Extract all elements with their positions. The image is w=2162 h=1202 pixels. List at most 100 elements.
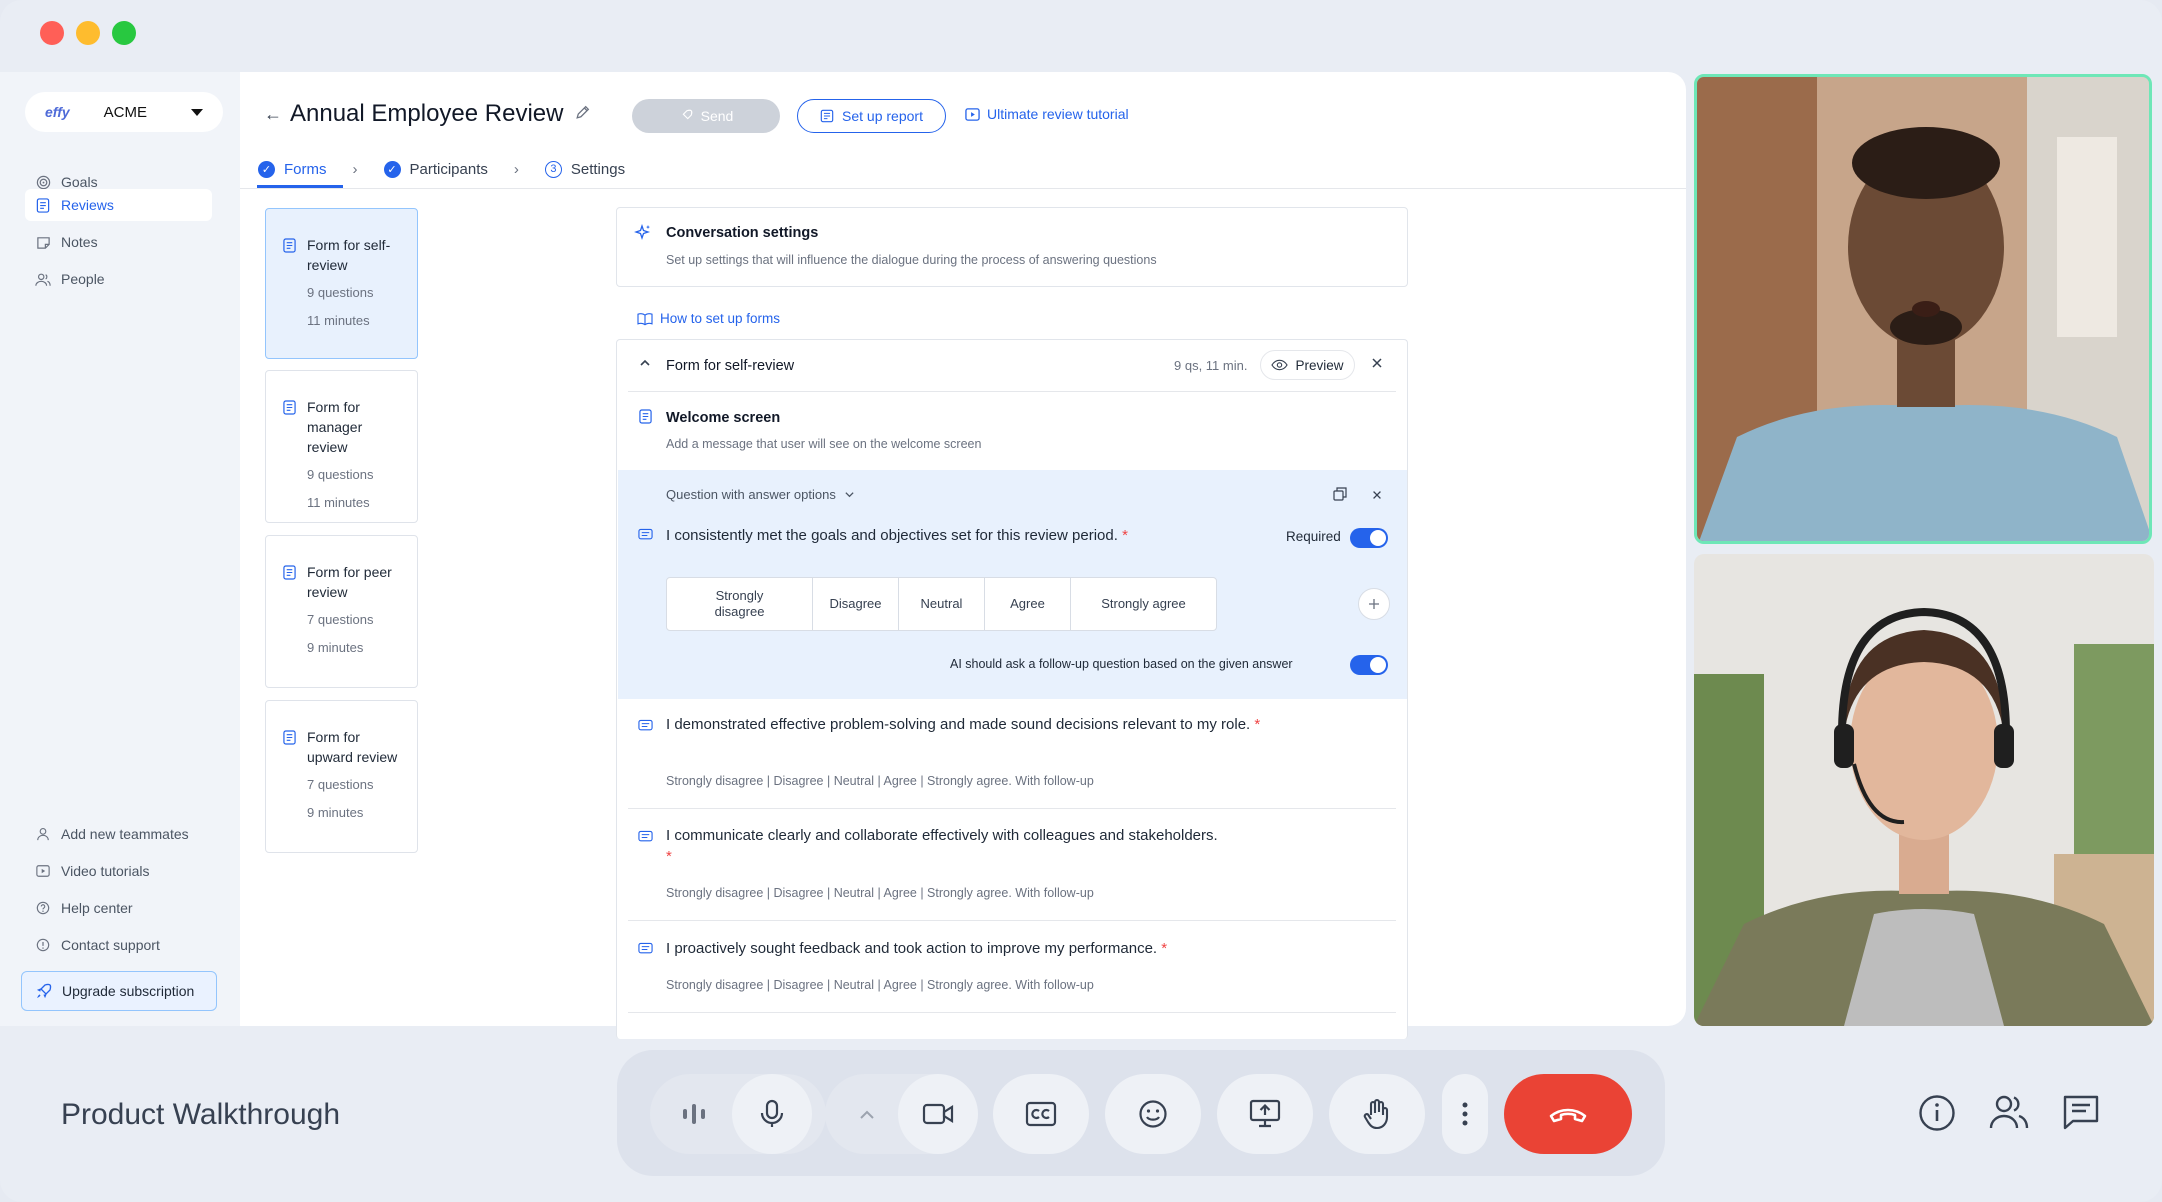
divider <box>628 1012 1396 1013</box>
captions-icon <box>1025 1101 1057 1127</box>
sidebar-item-people[interactable]: People <box>25 263 212 295</box>
required-asterisk: * <box>666 848 672 865</box>
tab-forms[interactable]: ✓ Forms <box>258 160 327 178</box>
form-card-questions: 9 questions <box>307 467 374 482</box>
question-3-text[interactable]: I communicate clearly and collaborate ef… <box>666 825 1226 867</box>
required-asterisk: * <box>1122 527 1128 544</box>
conversation-settings-card[interactable]: Conversation settings Set up settings th… <box>616 207 1408 287</box>
close-form-icon[interactable] <box>1370 356 1384 375</box>
note-icon <box>35 234 51 250</box>
end-call-button[interactable] <box>1504 1074 1632 1154</box>
check-circle-icon: ✓ <box>383 160 401 178</box>
participant-avatar-male <box>1697 77 2149 541</box>
welcome-doc-icon <box>639 409 652 429</box>
divider <box>628 391 1396 392</box>
chat-panel-icon[interactable] <box>2062 1094 2100 1137</box>
present-screen-button[interactable] <box>1217 1074 1313 1154</box>
duplicate-icon[interactable] <box>1333 487 1347 506</box>
check-circle-icon: ✓ <box>258 160 275 178</box>
followup-toggle[interactable] <box>1350 655 1388 675</box>
option-agree[interactable]: Agree <box>985 578 1071 630</box>
send-button[interactable]: Send <box>632 99 780 133</box>
preview-button[interactable]: Preview <box>1260 350 1355 380</box>
add-teammates-link[interactable]: Add new teammates <box>25 818 212 850</box>
tutorial-link[interactable]: Ultimate review tutorial <box>965 106 1129 122</box>
chevron-right-icon: › <box>513 160 519 178</box>
audio-levels-icon[interactable] <box>680 1100 708 1133</box>
question-1-text[interactable]: I consistently met the goals and objecti… <box>666 525 1128 546</box>
help-center-label: Help center <box>61 900 133 916</box>
how-to-setup-forms-link[interactable]: How to set up forms <box>637 311 780 326</box>
camera-button[interactable] <box>898 1074 978 1154</box>
book-icon <box>637 312 653 326</box>
reactions-button[interactable] <box>1105 1074 1201 1154</box>
more-options-button[interactable] <box>1442 1074 1488 1154</box>
set-up-report-button[interactable]: Set up report <box>797 99 946 133</box>
tutorial-label: Ultimate review tutorial <box>987 106 1129 122</box>
chat-icon <box>638 942 653 961</box>
report-label: Set up report <box>842 108 923 124</box>
followup-label: AI should ask a follow-up question based… <box>950 657 1293 671</box>
brand-logo: effy <box>45 104 70 120</box>
required-toggle[interactable] <box>1350 528 1388 548</box>
conversation-settings-desc: Set up settings that will influence the … <box>666 253 1157 267</box>
divider <box>628 808 1396 809</box>
answer-options: Strongly disagree Disagree Neutral Agree… <box>666 577 1217 631</box>
workspace-switcher[interactable]: effy ACME <box>25 92 223 132</box>
video-tutorials-link[interactable]: Video tutorials <box>25 855 212 887</box>
form-icon <box>283 238 296 258</box>
form-card-self-review[interactable]: Form for self-review 9 questions 11 minu… <box>265 208 418 359</box>
info-icon[interactable] <box>1918 1094 1956 1137</box>
hand-icon <box>1362 1098 1392 1130</box>
delete-question-icon[interactable] <box>1371 488 1383 506</box>
sidebar-item-reviews[interactable]: Reviews <box>25 189 212 221</box>
option-strongly-agree[interactable]: Strongly agree <box>1071 578 1216 630</box>
question-2-text[interactable]: I demonstrated effective problem-solving… <box>666 714 1266 735</box>
form-card-minutes: 9 minutes <box>307 805 364 820</box>
question-text: I communicate clearly and collaborate ef… <box>666 827 1218 844</box>
upgrade-subscription-button[interactable]: Upgrade subscription <box>21 971 217 1011</box>
form-card-peer-review[interactable]: Form for peer review 7 questions 9 minut… <box>265 535 418 688</box>
add-option-button[interactable] <box>1358 588 1390 620</box>
question-2-options: Strongly disagree | Disagree | Neutral |… <box>666 774 1094 788</box>
participants-icon[interactable] <box>1989 1094 2029 1135</box>
form-card-upward-review[interactable]: Form for upward review 7 questions 9 min… <box>265 700 418 853</box>
form-card-questions: 7 questions <box>307 612 374 627</box>
send-rocket-icon <box>679 109 693 123</box>
form-card-title: Form for peer review <box>307 564 392 600</box>
option-strongly-disagree[interactable]: Strongly disagree <box>667 578 813 630</box>
minimize-window-button[interactable] <box>76 21 100 45</box>
chevron-up-icon[interactable] <box>856 1104 878 1131</box>
option-neutral[interactable]: Neutral <box>899 578 985 630</box>
chevron-down-icon <box>844 489 855 500</box>
question-4-text[interactable]: I proactively sought feedback and took a… <box>666 938 1366 959</box>
maximize-window-button[interactable] <box>112 21 136 45</box>
form-card-questions: 7 questions <box>307 777 374 792</box>
sidebar-item-notes[interactable]: Notes <box>25 226 212 258</box>
tab-participants[interactable]: ✓ Participants <box>383 160 488 178</box>
participant-video-female[interactable] <box>1694 554 2154 1026</box>
welcome-screen-title[interactable]: Welcome screen <box>666 410 780 426</box>
question-4-options: Strongly disagree | Disagree | Neutral |… <box>666 978 1094 992</box>
help-center-link[interactable]: Help center <box>25 892 212 924</box>
target-icon <box>35 174 51 190</box>
participant-avatar-female <box>1694 554 2154 1026</box>
raise-hand-button[interactable] <box>1329 1074 1425 1154</box>
captions-button[interactable] <box>993 1074 1089 1154</box>
participant-video-male[interactable] <box>1694 74 2152 544</box>
question-text: I proactively sought feedback and took a… <box>666 940 1158 957</box>
chevron-up-icon[interactable] <box>638 356 652 375</box>
contact-support-link[interactable]: Contact support <box>25 929 212 961</box>
form-card-manager-review[interactable]: Form for manager review 9 questions 11 m… <box>265 370 418 523</box>
microphone-button[interactable] <box>732 1074 812 1154</box>
pencil-icon[interactable] <box>574 104 591 126</box>
back-arrow-icon[interactable]: ← <box>264 104 282 125</box>
question-type-dropdown[interactable]: Question with answer options <box>666 487 855 502</box>
camera-icon <box>922 1102 954 1126</box>
add-teammates-label: Add new teammates <box>61 826 189 842</box>
option-disagree[interactable]: Disagree <box>813 578 899 630</box>
tab-settings[interactable]: 3 Settings <box>544 160 625 178</box>
caret-down-icon <box>191 108 203 116</box>
close-window-button[interactable] <box>40 21 64 45</box>
form-card-minutes: 9 minutes <box>307 640 364 655</box>
